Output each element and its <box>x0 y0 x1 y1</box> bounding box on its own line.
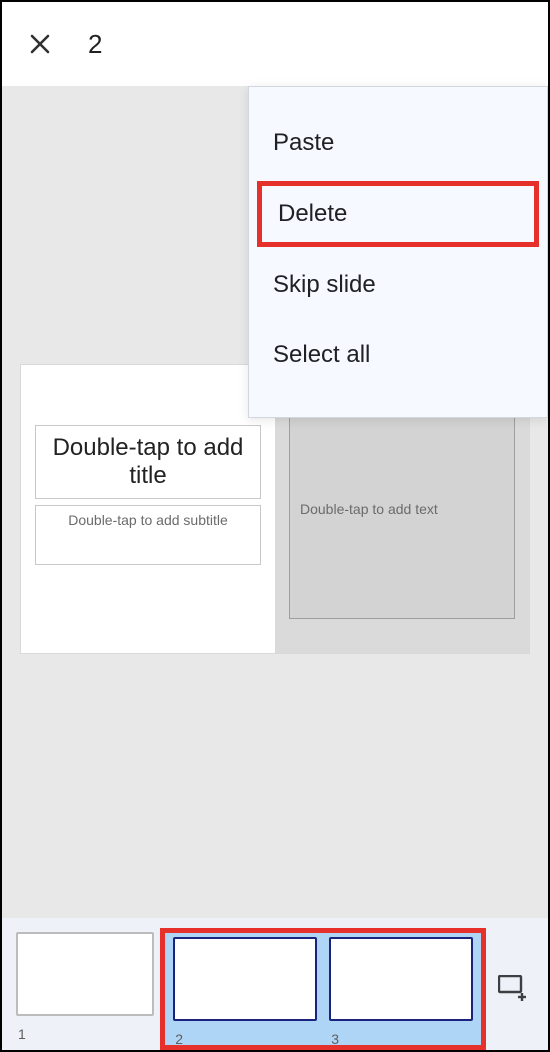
thumb-label: 3 <box>331 1031 473 1047</box>
thumb-label: 1 <box>18 1026 154 1042</box>
menu-item-delete[interactable]: Delete <box>257 181 539 247</box>
thumb-label: 2 <box>175 1031 317 1047</box>
selection-toolbar: 2 <box>2 2 548 86</box>
selected-thumbs-group: 2 3 <box>160 928 486 1050</box>
menu-item-select-all[interactable]: Select all <box>249 323 547 387</box>
subtitle-placeholder[interactable]: Double-tap to add subtitle <box>35 505 261 565</box>
menu-item-paste[interactable]: Paste <box>249 111 547 175</box>
add-slide-button[interactable] <box>486 928 540 1048</box>
filmstrip: 1 2 3 <box>2 918 548 1050</box>
close-icon[interactable] <box>20 24 60 64</box>
slide-thumb[interactable] <box>173 937 317 1021</box>
thumb-cell-3: 3 <box>323 933 479 1047</box>
slide-left-half: Double-tap to add title Double-tap to ad… <box>21 365 275 653</box>
selected-count: 2 <box>88 29 102 60</box>
thumb-cell-1: 1 <box>10 928 160 1042</box>
menu-item-skip-slide[interactable]: Skip slide <box>249 253 547 317</box>
slide-thumb[interactable] <box>16 932 154 1016</box>
text-placeholder[interactable]: Double-tap to add text <box>289 399 515 619</box>
context-menu: Paste Delete Skip slide Select all <box>248 86 548 418</box>
thumb-cell-2: 2 <box>167 933 323 1047</box>
slide-thumb[interactable] <box>329 937 473 1021</box>
canvas-area: Paste Delete Skip slide Select all Doubl… <box>2 86 548 918</box>
title-placeholder[interactable]: Double-tap to add title <box>35 425 261 499</box>
